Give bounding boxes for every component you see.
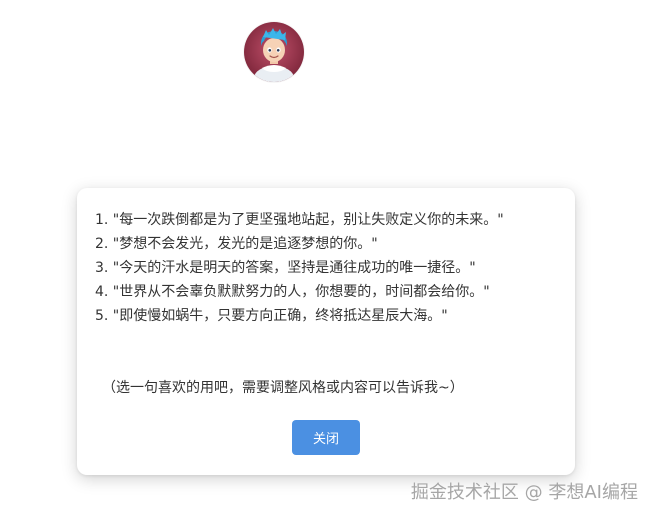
watermark: 掘金技术社区 @ 李想AI编程	[410, 482, 638, 503]
avatar-image	[244, 22, 304, 82]
dialog-note: （选一句喜欢的用吧，需要调整风格或内容可以告诉我~）	[102, 380, 464, 396]
quote-item-4: 4. "世界从不会辜负默默努力的人，你想要的，时间都会给你。"	[95, 284, 490, 300]
quote-item-5: 5. "即使慢如蜗牛，只要方向正确，终将抵达星辰大海。"	[95, 308, 448, 324]
quote-item-1: 1. "每一次跌倒都是为了更坚强地站起，别让失败定义你的未来。"	[95, 212, 504, 228]
quote-item-3: 3. "今天的汗水是明天的答案，坚持是通往成功的唯一捷径。"	[95, 260, 476, 276]
quotes-dialog: 1. "每一次跌倒都是为了更坚强地站起，别让失败定义你的未来。" 2. "梦想不…	[77, 188, 575, 475]
quote-item-2: 2. "梦想不会发光，发光的是追逐梦想的你。"	[95, 236, 378, 252]
avatar	[244, 22, 304, 82]
quotes-list: 1. "每一次跌倒都是为了更坚强地站起，别让失败定义你的未来。" 2. "梦想不…	[95, 208, 557, 328]
close-button[interactable]: 关闭	[292, 420, 360, 455]
